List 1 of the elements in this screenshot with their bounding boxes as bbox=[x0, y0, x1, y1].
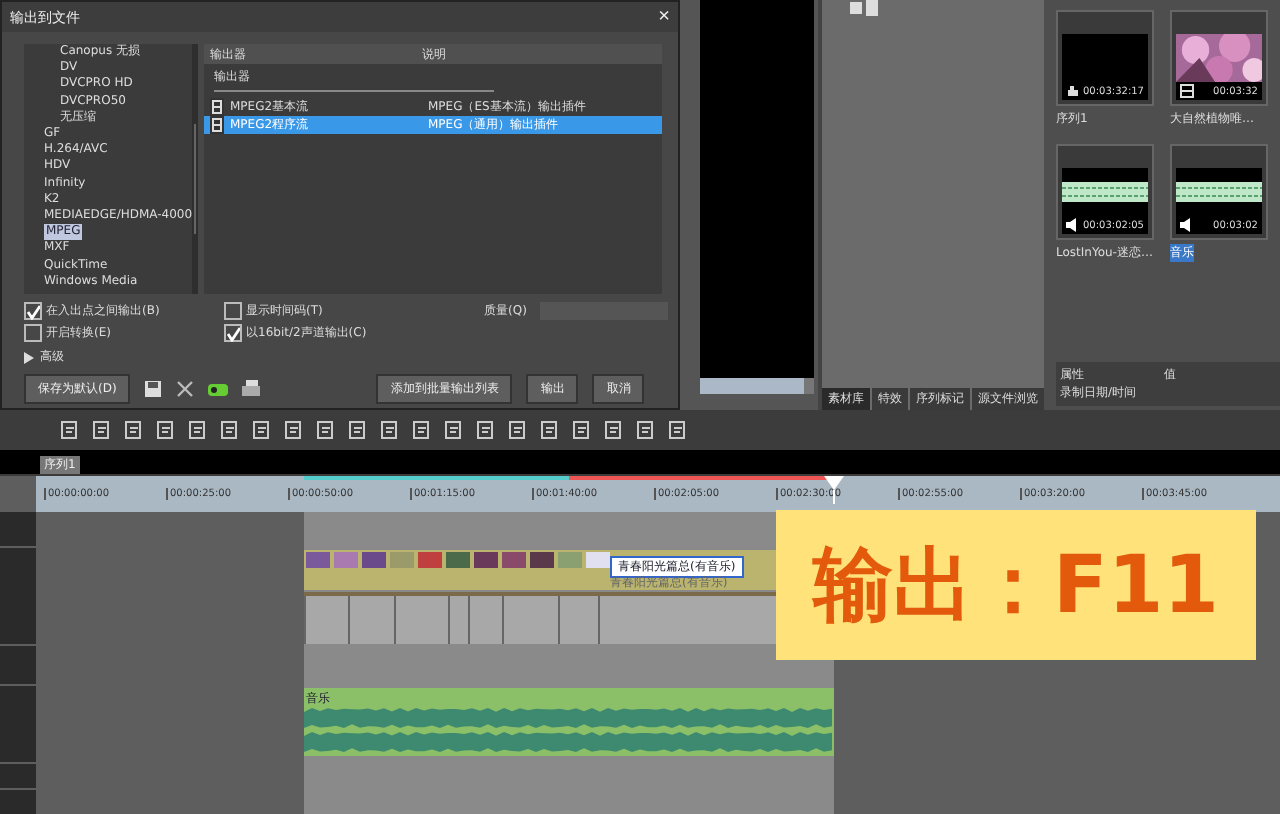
shortcut-toast: 输出：F11 bbox=[776, 510, 1256, 660]
